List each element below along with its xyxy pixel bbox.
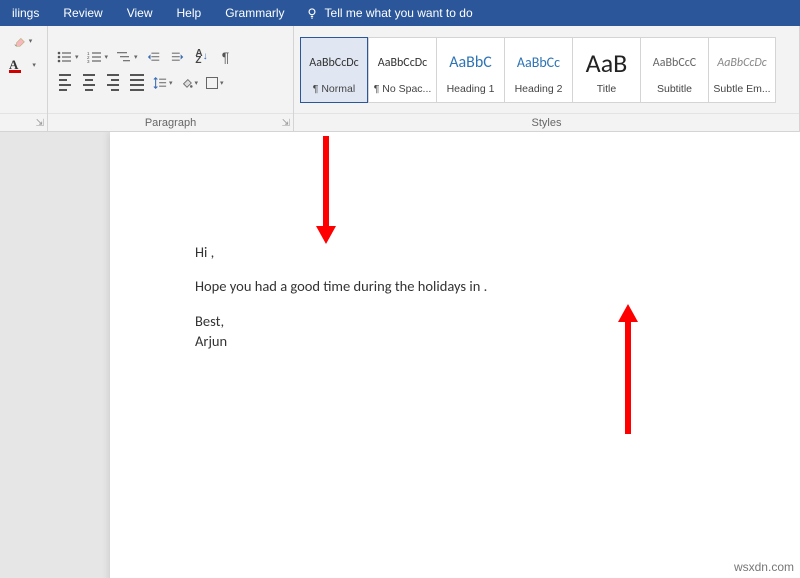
styles-group-label: Styles bbox=[532, 117, 562, 129]
align-right-button[interactable] bbox=[102, 72, 124, 94]
chevron-down-icon: ▾ bbox=[105, 53, 109, 61]
sort-button[interactable]: AZ ↓ bbox=[191, 46, 213, 68]
tab-grammarly[interactable]: Grammarly bbox=[213, 0, 296, 26]
doc-line-2: Hope you had a good time during the holi… bbox=[195, 276, 487, 296]
decrease-indent-button[interactable] bbox=[143, 46, 165, 68]
borders-button[interactable]: ▾ bbox=[203, 72, 227, 94]
multilevel-list-button[interactable]: ▾ bbox=[113, 46, 141, 68]
font-launcher-icon[interactable]: ⇲ bbox=[36, 118, 44, 129]
font-color-button[interactable]: A ▾ bbox=[6, 54, 39, 76]
tab-mailings[interactable]: ilings bbox=[0, 0, 51, 26]
line-spacing-button[interactable]: ▾ bbox=[150, 72, 176, 94]
tab-review[interactable]: Review bbox=[51, 0, 114, 26]
chevron-down-icon: ▾ bbox=[134, 53, 138, 61]
tab-view[interactable]: View bbox=[115, 0, 165, 26]
annotation-arrow-2 bbox=[616, 304, 640, 434]
chevron-down-icon: ▾ bbox=[169, 79, 173, 87]
chevron-down-icon: ▾ bbox=[195, 79, 199, 87]
chevron-down-icon: ▾ bbox=[75, 53, 79, 61]
chevron-down-icon: ▾ bbox=[220, 79, 224, 87]
tell-me-placeholder: Tell me what you want to do bbox=[325, 6, 473, 20]
font-group-fragment: ▾ A ▾ ⇲ bbox=[0, 26, 48, 131]
show-hide-marks-button[interactable]: ¶ bbox=[215, 46, 237, 68]
document-workspace: Hi , Hope you had a good time during the… bbox=[0, 132, 800, 578]
justify-button[interactable] bbox=[126, 72, 148, 94]
doc-line-4: Arjun bbox=[195, 331, 487, 351]
numbering-button[interactable]: 123 ▾ bbox=[84, 46, 112, 68]
style-subtitle[interactable]: AaBbCcC Subtitle bbox=[640, 37, 708, 103]
menubar: ilings Review View Help Grammarly Tell m… bbox=[0, 0, 800, 26]
tell-me-search[interactable]: Tell me what you want to do bbox=[305, 6, 473, 20]
style-heading-1[interactable]: AaBbC Heading 1 bbox=[436, 37, 504, 103]
shading-button[interactable]: ▾ bbox=[178, 72, 202, 94]
lightbulb-icon bbox=[305, 6, 319, 20]
doc-line-3: Best, bbox=[195, 311, 487, 331]
tab-help[interactable]: Help bbox=[165, 0, 214, 26]
chevron-down-icon: ▾ bbox=[32, 61, 36, 69]
document-body[interactable]: Hi , Hope you had a good time during the… bbox=[195, 242, 487, 351]
align-left-button[interactable] bbox=[54, 72, 76, 94]
style-subtle-emphasis[interactable]: AaBbCcDc Subtle Em... bbox=[708, 37, 776, 103]
clear-formatting-button[interactable]: ▾ bbox=[6, 30, 39, 52]
annotation-arrow-1 bbox=[314, 136, 338, 246]
style-normal[interactable]: AaBbCcDc ¶ Normal bbox=[300, 37, 368, 103]
style-gallery: AaBbCcDc ¶ Normal AaBbCcDc ¶ No Spac... … bbox=[300, 37, 776, 103]
style-heading-2[interactable]: AaBbCc Heading 2 bbox=[504, 37, 572, 103]
paragraph-launcher-icon[interactable]: ⇲ bbox=[282, 118, 290, 129]
paragraph-group: ▾ 123 ▾ ▾ AZ ↓ bbox=[48, 26, 294, 131]
bullets-button[interactable]: ▾ bbox=[54, 46, 82, 68]
styles-group: AaBbCcDc ¶ Normal AaBbCcDc ¶ No Spac... … bbox=[294, 26, 800, 131]
paragraph-group-label: Paragraph bbox=[145, 117, 196, 129]
style-no-spacing[interactable]: AaBbCcDc ¶ No Spac... bbox=[368, 37, 436, 103]
document-page[interactable]: Hi , Hope you had a good time during the… bbox=[110, 132, 800, 578]
ribbon: ▾ A ▾ ⇲ ▾ 123 ▾ bbox=[0, 26, 800, 132]
svg-text:3: 3 bbox=[87, 59, 90, 63]
style-title[interactable]: AaB Title bbox=[572, 37, 640, 103]
borders-icon bbox=[206, 77, 218, 89]
align-center-button[interactable] bbox=[78, 72, 100, 94]
chevron-down-icon: ▾ bbox=[29, 37, 33, 45]
watermark: wsxdn.com bbox=[734, 560, 794, 574]
doc-line-1: Hi , bbox=[195, 242, 487, 262]
increase-indent-button[interactable] bbox=[167, 46, 189, 68]
